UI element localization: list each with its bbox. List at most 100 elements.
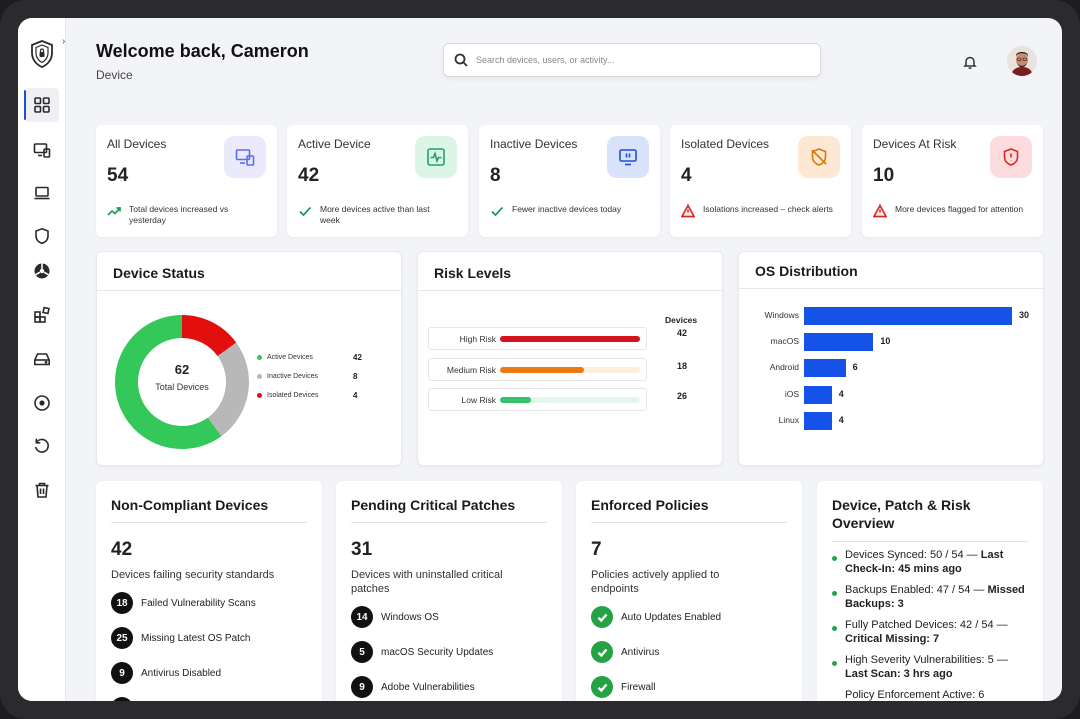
- list-item[interactable]: 5 macOS Security Updates: [351, 641, 493, 663]
- sidebar-item-threats[interactable]: [25, 254, 59, 288]
- activity-icon: [427, 148, 445, 166]
- pending-patches-card[interactable]: Pending Critical Patches 31 Devices with…: [336, 481, 562, 701]
- overview-text: High Severity Vulnerabilities: 5 — Last …: [845, 653, 1032, 681]
- list-item[interactable]: Firewall: [591, 676, 655, 698]
- page-subtitle: Device: [96, 68, 133, 82]
- sidebar-collapse-chevron-icon[interactable]: ›: [62, 36, 74, 50]
- stat-value: 4: [681, 165, 692, 186]
- check-circle-icon: [591, 641, 613, 663]
- sidebar-item-laptop[interactable]: [25, 176, 59, 210]
- risk-row[interactable]: Medium Risk: [428, 358, 647, 381]
- sidebar-item-apps[interactable]: [25, 298, 59, 332]
- search-input[interactable]: [476, 55, 796, 65]
- os-bar-label: iOS: [784, 388, 799, 399]
- bell-icon: [963, 56, 977, 69]
- overview-text: Backups Enabled: 47 / 54 — Missed Backup…: [845, 583, 1032, 611]
- risk-row[interactable]: Low Risk: [428, 388, 647, 411]
- sidebar-item-media[interactable]: [25, 386, 59, 420]
- apps-icon: [34, 306, 50, 323]
- search-bar[interactable]: [443, 43, 821, 77]
- legend-item: Inactive Devices 8: [257, 372, 363, 381]
- stat-note-text: Total devices increased vs yesterday: [129, 204, 229, 225]
- overview-card[interactable]: Device, Patch & Risk Overview Devices Sy…: [817, 481, 1043, 701]
- sidebar-item-restore[interactable]: [25, 429, 59, 463]
- risk-label: Medium Risk: [446, 365, 496, 375]
- stat-card-isolated-devices[interactable]: Isolated Devices 4 Isolations increased …: [670, 125, 851, 237]
- overview-item: Backups Enabled: 47 / 54 — Missed Backup…: [832, 583, 1032, 611]
- risk-row[interactable]: High Risk: [428, 327, 647, 350]
- divider: [351, 522, 547, 523]
- sidebar-item-security[interactable]: [25, 219, 59, 253]
- user-avatar[interactable]: [1007, 46, 1037, 76]
- os-bar[interactable]: [804, 307, 1012, 325]
- divider: [832, 541, 1028, 542]
- risk-bar-fill: [500, 397, 531, 403]
- os-bar[interactable]: [804, 411, 832, 430]
- os-bar[interactable]: [804, 333, 874, 352]
- legend-value: 8: [353, 372, 358, 381]
- stat-icon-box: [607, 136, 649, 178]
- card-description: Devices with uninstalled critical patche…: [351, 569, 503, 595]
- non-compliant-card[interactable]: Non-Compliant Devices 42 Devices failing…: [96, 481, 322, 701]
- os-bar-label: Windows: [764, 310, 799, 320]
- card-description: Policies actively applied to endpoints: [591, 569, 720, 595]
- list-item[interactable]: Antivirus: [591, 641, 659, 663]
- stat-value: 10: [873, 165, 895, 186]
- stat-note-text: Fewer inactive devices today: [512, 204, 622, 214]
- list-item[interactable]: 9 Adobe Vulnerabilities: [351, 676, 475, 698]
- risk-bar-track: [500, 336, 640, 342]
- divider: [739, 288, 1043, 289]
- list-item-label: Windows OS: [381, 611, 439, 623]
- os-bar-label: Linux: [778, 414, 799, 425]
- list-item[interactable]: 18 Failed Vulnerability Scans: [111, 592, 256, 614]
- os-bar[interactable]: [804, 359, 846, 378]
- sidebar-item-devices[interactable]: [25, 133, 59, 167]
- stat-card-inactive-devices[interactable]: Inactive Devices 8 Fewer inactive device…: [479, 125, 660, 237]
- os-bar-label: Android: [769, 362, 799, 373]
- divider: [97, 290, 401, 291]
- stat-label: Active Device: [298, 137, 371, 151]
- count-badge: 14: [351, 606, 373, 628]
- sidebar-item-dashboard[interactable]: [24, 88, 59, 122]
- list-item[interactable]: 25 Missing Latest OS Patch: [111, 627, 251, 649]
- legend-dot: [257, 374, 262, 379]
- trend-up-icon: [107, 207, 121, 216]
- stat-icon-box: [990, 136, 1032, 178]
- stat-value: 8: [490, 165, 501, 186]
- enforced-policies-card[interactable]: Enforced Policies 7 Policies actively ap…: [576, 481, 802, 701]
- sidebar-item-trash[interactable]: [25, 473, 59, 507]
- risk-column-header: Devices: [665, 315, 698, 325]
- warning-icon: [873, 204, 887, 218]
- risk-value: 26: [677, 391, 688, 401]
- risk-bar-fill: [500, 336, 640, 342]
- laptop-icon: [34, 186, 50, 200]
- disc-icon: [34, 395, 50, 411]
- stat-note: More devices flagged for attention: [873, 204, 1025, 218]
- list-item-label: Adobe Vulnerabilities: [381, 681, 475, 693]
- card-value: 42: [111, 539, 133, 560]
- sidebar-item-storage[interactable]: [25, 342, 59, 376]
- list-item-label: Antivirus: [621, 646, 660, 658]
- notifications-button[interactable]: [956, 48, 984, 76]
- risk-bar-track: [500, 367, 640, 373]
- stat-card-devices-at-risk[interactable]: Devices At Risk 10 More devices flagged …: [862, 125, 1043, 237]
- divider: [418, 290, 722, 291]
- trash-icon: [35, 482, 49, 498]
- monitor-pause-icon: [619, 149, 637, 166]
- list-item[interactable]: 14 Windows OS: [351, 606, 439, 628]
- list-item-label: Firewall: [621, 681, 656, 693]
- stat-note: Fewer inactive devices today: [490, 204, 642, 218]
- shield-off-icon: [811, 148, 827, 166]
- list-item[interactable]: 9 Antivirus Disabled: [111, 662, 221, 684]
- legend-value: 42: [353, 353, 362, 362]
- os-bar[interactable]: [804, 385, 832, 404]
- stat-value: 54: [107, 165, 129, 186]
- sidebar: ›: [18, 18, 66, 701]
- list-item-label: Missing Latest OS Patch: [141, 632, 251, 644]
- stat-icon-box: [224, 136, 266, 178]
- stat-label: Inactive Devices: [490, 137, 578, 151]
- stat-card-active-devices[interactable]: Active Device 42 More devices active tha…: [287, 125, 468, 237]
- list-item[interactable]: Auto Updates Enabled: [591, 606, 721, 628]
- stat-card-all-devices[interactable]: All Devices 54 Total devices increased v…: [96, 125, 277, 237]
- count-badge: 9: [351, 676, 373, 698]
